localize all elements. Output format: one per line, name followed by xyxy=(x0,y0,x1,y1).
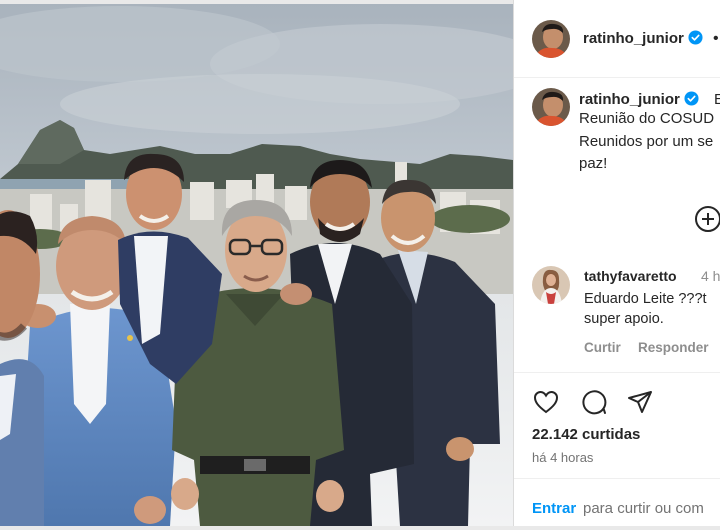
author-username[interactable]: ratinho_junior xyxy=(583,30,703,47)
author-avatar-image xyxy=(532,20,570,58)
verified-badge-icon xyxy=(684,91,699,106)
caption-author-username[interactable]: ratinho_junior xyxy=(579,91,699,108)
more-options-icon[interactable]: ••• xyxy=(713,30,720,48)
comment-line-2: super apoio. xyxy=(584,311,664,327)
login-prompt-text: para curtir ou com xyxy=(583,500,704,517)
group-photo-image xyxy=(0,4,513,526)
post-side-panel: ratinho_junior ••• ratinho_junior E Reun… xyxy=(513,0,720,530)
commenter-avatar[interactable] xyxy=(532,266,570,304)
post-photo[interactable] xyxy=(0,4,513,526)
window-bottom-edge xyxy=(0,526,720,530)
comment-item: tathyfavaretto 4 h Eduardo Leite ???t su… xyxy=(514,258,720,373)
caption-edited-fragment: E xyxy=(714,91,720,108)
like-heart-icon[interactable] xyxy=(532,388,560,416)
caption-avatar-image xyxy=(532,88,570,126)
likes-count[interactable]: 22.142 curtidas xyxy=(532,426,640,443)
caption-author-avatar[interactable] xyxy=(532,88,570,126)
commenter-avatar-image xyxy=(532,266,570,304)
comment-time: 4 h xyxy=(701,268,720,284)
comment-bubble-icon[interactable] xyxy=(580,388,608,416)
post-actions xyxy=(514,378,720,424)
caption-line-2: Reunidos por um se xyxy=(579,133,714,150)
comment-like-button[interactable]: Curtir xyxy=(584,340,621,355)
author-avatar[interactable] xyxy=(532,20,570,58)
post-header: ratinho_junior ••• xyxy=(514,0,720,78)
comment-line-1: Eduardo Leite ???t xyxy=(584,291,707,307)
post-time-ago[interactable]: há 4 horas xyxy=(532,450,593,465)
caption-line-1: Reunião do COSUD xyxy=(579,110,715,127)
login-prompt: Entrar para curtir ou com xyxy=(514,478,720,530)
commenter-username[interactable]: tathyfavaretto xyxy=(584,268,677,284)
verified-badge-icon xyxy=(688,30,703,45)
share-send-icon[interactable] xyxy=(626,388,654,416)
comment-reply-button[interactable]: Responder xyxy=(638,340,709,355)
load-more-comments-icon[interactable] xyxy=(695,206,720,232)
caption-line-3: paz! xyxy=(579,155,608,172)
login-link[interactable]: Entrar xyxy=(532,500,576,517)
